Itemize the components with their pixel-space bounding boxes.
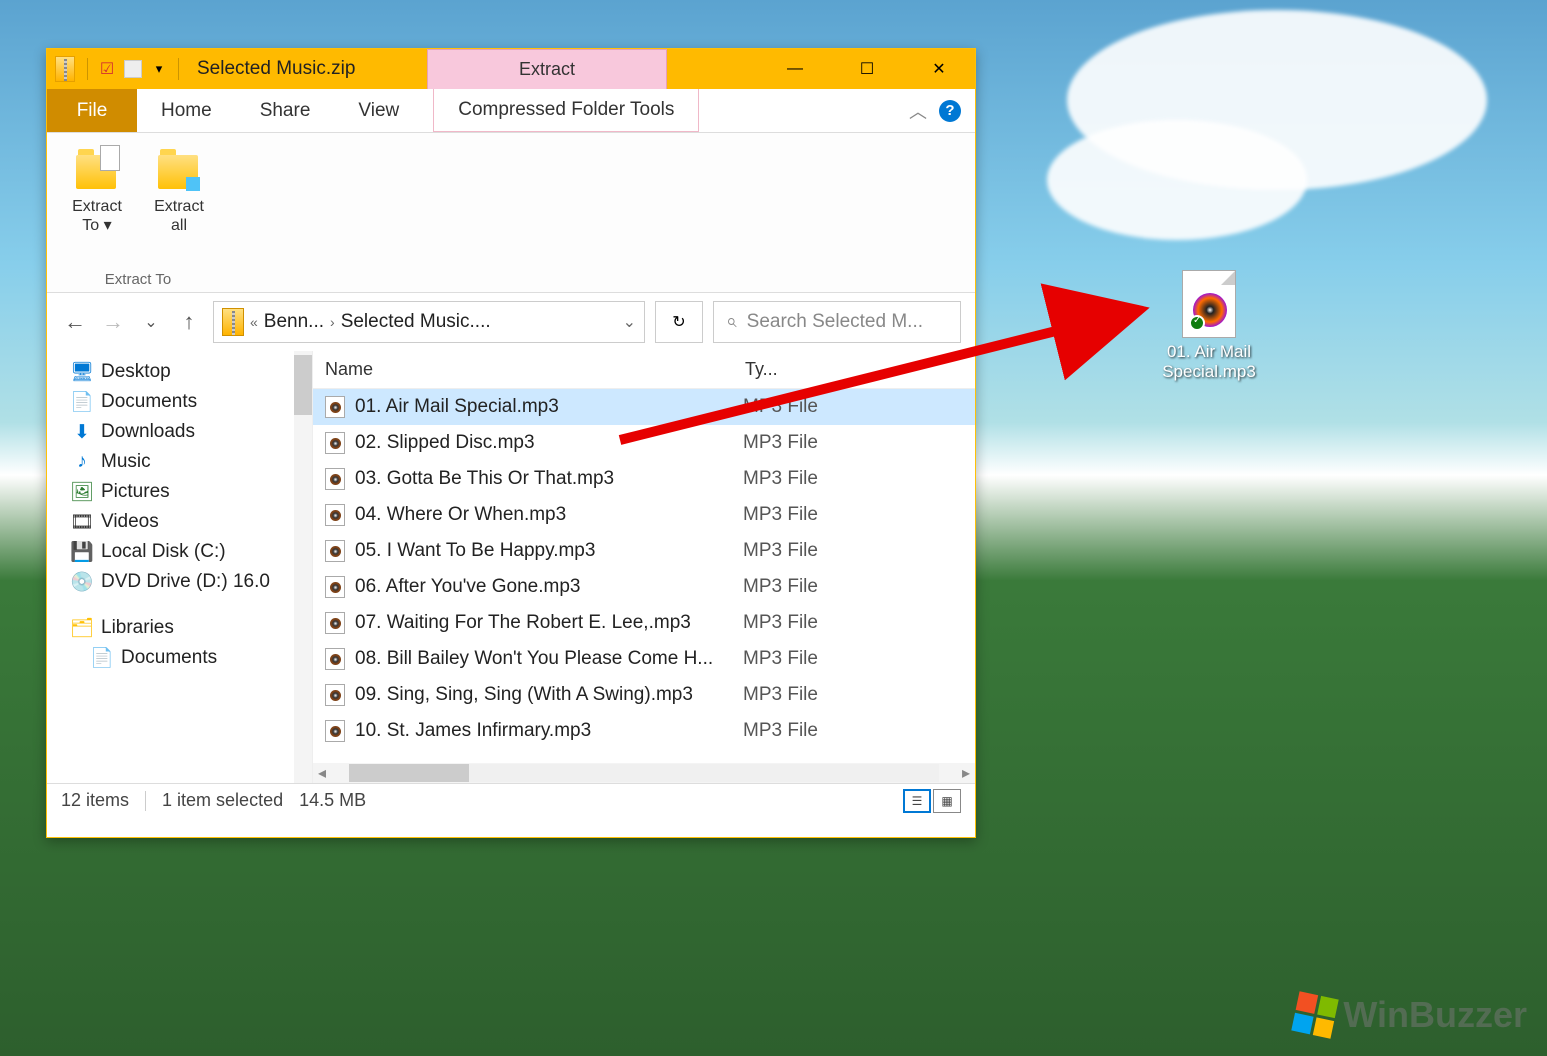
- file-row[interactable]: 07. Waiting For The Robert E. Lee,.mp3MP…: [313, 605, 975, 641]
- qa-customize-icon[interactable]: ▾: [150, 60, 168, 78]
- file-name: 06. After You've Gone.mp3: [355, 576, 743, 598]
- sidebar-item-documents[interactable]: 📄Documents: [47, 387, 312, 417]
- file-type: MP3 File: [743, 612, 818, 634]
- sync-badge-icon: [1189, 315, 1205, 331]
- forward-button[interactable]: →: [99, 308, 127, 336]
- window-title: Selected Music.zip: [197, 58, 355, 80]
- maximize-button[interactable]: ☐: [831, 49, 903, 89]
- address-zip-icon: [222, 308, 244, 336]
- file-type: MP3 File: [743, 684, 818, 706]
- mp3-icon: [325, 540, 345, 562]
- mp3-icon: [325, 576, 345, 598]
- contextual-tab-header: Extract: [427, 49, 667, 89]
- file-row[interactable]: 06. After You've Gone.mp3MP3 File: [313, 569, 975, 605]
- qa-properties-icon[interactable]: ☑: [98, 60, 116, 78]
- minimize-button[interactable]: —: [759, 49, 831, 89]
- file-type: MP3 File: [743, 648, 818, 670]
- nav-icon: ♪: [71, 452, 93, 472]
- collapse-ribbon-icon[interactable]: ︿: [909, 98, 927, 124]
- breadcrumb-current[interactable]: Selected Music....: [341, 311, 491, 333]
- file-name: 03. Gotta Be This Or That.mp3: [355, 468, 743, 490]
- tab-file[interactable]: File: [47, 89, 137, 132]
- horizontal-scrollbar[interactable]: ◂ ▸: [313, 763, 975, 783]
- mp3-icon: [325, 504, 345, 526]
- file-row[interactable]: 08. Bill Bailey Won't You Please Come H.…: [313, 641, 975, 677]
- file-row[interactable]: 04. Where Or When.mp3MP3 File: [313, 497, 975, 533]
- tab-compressed-folder-tools[interactable]: Compressed Folder Tools: [433, 89, 699, 132]
- navigation-pane[interactable]: 🖥Desktop📄Documents⬇Downloads♪Music🖼Pictu…: [47, 351, 313, 783]
- file-name: 05. I Want To Be Happy.mp3: [355, 540, 743, 562]
- file-name: 08. Bill Bailey Won't You Please Come H.…: [355, 648, 743, 670]
- address-bar[interactable]: « Benn... › Selected Music.... ⌄: [213, 301, 645, 343]
- sidebar-item-pictures[interactable]: 🖼Pictures: [47, 477, 312, 507]
- file-row[interactable]: 09. Sing, Sing, Sing (With A Swing).mp3M…: [313, 677, 975, 713]
- up-button[interactable]: ↑: [175, 308, 203, 336]
- document-icon: 📄: [91, 648, 113, 668]
- watermark: WinBuzzer: [1295, 994, 1527, 1036]
- sidebar-item-local-disk-c-[interactable]: 💾Local Disk (C:): [47, 537, 312, 567]
- file-type: MP3 File: [743, 468, 818, 490]
- close-button[interactable]: ✕: [903, 49, 975, 89]
- mp3-icon: [325, 432, 345, 454]
- titlebar[interactable]: ☑ ▾ Selected Music.zip Extract — ☐ ✕: [47, 49, 975, 89]
- sidebar-item-dvd-drive-d-16-0[interactable]: 💿DVD Drive (D:) 16.0: [47, 567, 312, 597]
- view-details-button[interactable]: ☰: [903, 789, 931, 813]
- mp3-icon: [325, 396, 345, 418]
- status-size: 14.5 MB: [299, 790, 366, 811]
- mp3-icon: [325, 720, 345, 742]
- sidebar-item-lib-documents[interactable]: 📄 Documents: [47, 643, 312, 673]
- extract-to-button[interactable]: Extract To ▾: [59, 139, 135, 235]
- annotation-arrow: [620, 270, 1180, 450]
- file-type: MP3 File: [743, 540, 818, 562]
- file-name: 04. Where Or When.mp3: [355, 504, 743, 526]
- nav-icon: ⬇: [71, 422, 93, 442]
- extract-all-label: Extract all: [154, 197, 204, 235]
- ribbon-group-label: Extract To: [105, 267, 171, 292]
- statusbar: 12 items 1 item selected 14.5 MB ☰ ▦: [47, 783, 975, 817]
- status-selection: 1 item selected: [162, 790, 283, 811]
- sidebar-item-music[interactable]: ♪Music: [47, 447, 312, 477]
- zip-file-icon: [55, 56, 75, 82]
- sidebar-item-libraries[interactable]: 🗂 Libraries: [47, 613, 312, 643]
- file-row[interactable]: 03. Gotta Be This Or That.mp3MP3 File: [313, 461, 975, 497]
- file-row[interactable]: 10. St. James Infirmary.mp3MP3 File: [313, 713, 975, 749]
- file-type: MP3 File: [743, 576, 818, 598]
- breadcrumb-parent[interactable]: Benn...: [264, 311, 324, 333]
- nav-icon: 📄: [71, 392, 93, 412]
- mp3-icon: [325, 684, 345, 706]
- file-type: MP3 File: [743, 504, 818, 526]
- file-name: 10. St. James Infirmary.mp3: [355, 720, 743, 742]
- nav-icon: 💾: [71, 542, 93, 562]
- mp3-icon: [325, 648, 345, 670]
- file-name: 07. Waiting For The Robert E. Lee,.mp3: [355, 612, 743, 634]
- nav-icon: 💿: [71, 572, 93, 592]
- help-icon[interactable]: ?: [939, 100, 961, 122]
- file-name: 09. Sing, Sing, Sing (With A Swing).mp3: [355, 684, 743, 706]
- extract-to-label: Extract To ▾: [72, 197, 122, 235]
- tab-home[interactable]: Home: [137, 89, 236, 132]
- navpane-scrollbar[interactable]: [294, 351, 312, 783]
- ribbon-tabs: File Home Share View Compressed Folder T…: [47, 89, 975, 133]
- mp3-icon: [325, 468, 345, 490]
- status-item-count: 12 items: [61, 790, 129, 811]
- sidebar-item-desktop[interactable]: 🖥Desktop: [47, 357, 312, 387]
- libraries-icon: 🗂: [71, 618, 93, 638]
- recent-locations-button[interactable]: ⌄: [137, 308, 165, 336]
- mp3-icon: [325, 612, 345, 634]
- back-button[interactable]: ←: [61, 308, 89, 336]
- tab-view[interactable]: View: [334, 89, 423, 132]
- tab-share[interactable]: Share: [236, 89, 335, 132]
- nav-icon: 🖥: [71, 362, 93, 382]
- nav-icon: 🎞: [71, 512, 93, 532]
- extract-all-button[interactable]: Extract all: [141, 139, 217, 235]
- view-icons-button[interactable]: ▦: [933, 789, 961, 813]
- file-row[interactable]: 05. I Want To Be Happy.mp3MP3 File: [313, 533, 975, 569]
- ribbon-body: Extract To ▾ Extract all Extract To: [47, 133, 975, 293]
- mp3-file-icon: [1182, 270, 1236, 338]
- file-type: MP3 File: [743, 720, 818, 742]
- qa-newfolder-icon[interactable]: [124, 60, 142, 78]
- sidebar-item-videos[interactable]: 🎞Videos: [47, 507, 312, 537]
- sidebar-item-downloads[interactable]: ⬇Downloads: [47, 417, 312, 447]
- nav-icon: 🖼: [71, 482, 93, 502]
